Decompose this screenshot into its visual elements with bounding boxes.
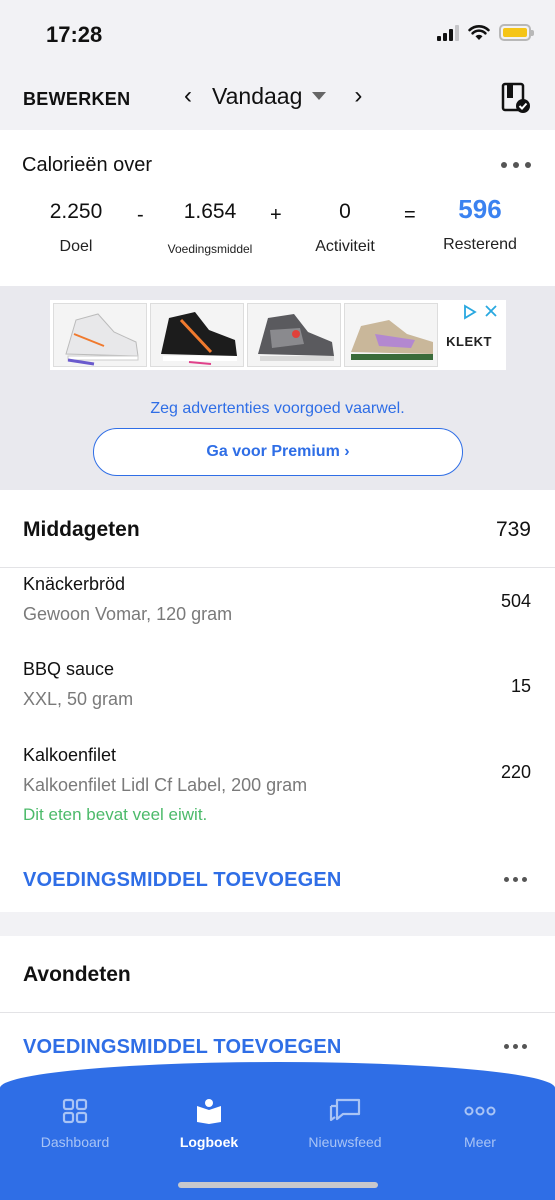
add-food-button[interactable]: VOEDINGSMIDDEL TOEVOEGEN (23, 1036, 342, 1059)
exercise-value: 0 (339, 200, 351, 223)
divider (0, 567, 555, 568)
battery-icon (499, 24, 534, 41)
remove-ads-text[interactable]: Zeg advertenties voorgoed vaarwel. (0, 400, 555, 418)
ad-shoe-image (344, 303, 438, 367)
remaining-value: 596 (458, 194, 502, 224)
food-calories: 220 (500, 762, 531, 782)
food-description: Gewoon Vomar, 120 gram (23, 604, 233, 624)
more-options-icon[interactable] (504, 1044, 527, 1049)
tab-label: Logboek (179, 1134, 239, 1150)
cellular-signal-icon (437, 24, 459, 41)
status-bar: 17:28 (0, 0, 555, 70)
ad-banner[interactable]: KLEKT (50, 300, 506, 370)
tab-label: Dashboard (40, 1134, 110, 1150)
ad-shoe-image (53, 303, 147, 367)
tab-dashboard[interactable]: Dashboard (20, 1098, 130, 1150)
more-options-icon[interactable] (504, 877, 527, 882)
food-entry[interactable]: Knäckerbröd Gewoon Vomar, 120 gram 504 (0, 574, 555, 644)
home-indicator[interactable] (178, 1182, 378, 1188)
calories-more-icon[interactable] (501, 162, 531, 168)
lunch-title: Middageten (23, 518, 140, 541)
ad-brand-label: KLEKT (446, 334, 492, 349)
status-icons (437, 24, 534, 41)
premium-button[interactable]: Ga voor Premium › (93, 428, 463, 476)
food-calories: 504 (500, 591, 531, 611)
dinner-title: Avondeten (23, 963, 131, 986)
edit-button[interactable]: BEWERKEN (23, 89, 130, 110)
food-entry[interactable]: Kalkoenfilet Kalkoenfilet Lidl Cf Label,… (0, 745, 555, 835)
dashboard-icon (62, 1098, 88, 1124)
food-value: 1.654 (183, 200, 237, 223)
food-label: Voedingsmiddel (167, 242, 253, 256)
tab-logbook[interactable]: Logboek (154, 1098, 264, 1150)
food-description: XXL, 50 gram (23, 689, 134, 709)
tab-newsfeed[interactable]: Nieuwsfeed (290, 1098, 400, 1150)
food-column: 1.654 Voedingsmiddel (155, 200, 265, 256)
protein-note: Dit eten bevat veel eiwit. (23, 805, 208, 824)
bottom-tab-bar: Dashboard Logboek Nieuwsfeed Meer (0, 1062, 555, 1200)
food-description: Kalkoenfilet Lidl Cf Label, 200 gram (23, 775, 308, 795)
divider (0, 1012, 555, 1013)
newsfeed-icon (329, 1098, 361, 1122)
goal-column: 2.250 Doel (36, 200, 116, 256)
food-name: Knäckerbröd (23, 574, 126, 594)
next-day-icon[interactable]: › (346, 82, 370, 110)
ad-shoe-image (247, 303, 341, 367)
status-time: 17:28 (46, 22, 103, 47)
ad-area: KLEKT Zeg advertenties voorgoed vaarwel.… (0, 286, 555, 490)
exercise-label: Activiteit (315, 238, 375, 255)
minus-operator: - (137, 204, 144, 226)
wifi-icon (468, 25, 490, 40)
tab-label: Nieuwsfeed (308, 1134, 382, 1150)
nav-bar: BEWERKEN ‹ Vandaag › (0, 70, 555, 130)
food-calories: 15 (510, 676, 531, 696)
date-label[interactable]: Vandaag (212, 83, 302, 110)
calories-title: Calorieën over (22, 154, 153, 176)
date-navigator: ‹ Vandaag › (176, 82, 370, 110)
remaining-label: Resterend (443, 236, 517, 253)
ad-choice-icons[interactable] (462, 304, 498, 320)
plus-operator: + (270, 204, 282, 226)
goal-value: 2.250 (49, 200, 103, 223)
calories-remaining-card: Calorieën over 2.250 Doel - 1.654 Voedin… (0, 130, 555, 286)
food-entry[interactable]: BBQ sauce XXL, 50 gram 15 (0, 659, 555, 729)
ad-shoe-image (150, 303, 244, 367)
exercise-column: 0 Activiteit (300, 200, 390, 256)
tab-more[interactable]: Meer (425, 1098, 535, 1150)
goal-label: Doel (59, 238, 93, 255)
add-food-button[interactable]: VOEDINGSMIDDEL TOEVOEGEN (23, 869, 342, 892)
calories-equation: 2.250 Doel - 1.654 Voedingsmiddel + 0 Ac… (0, 194, 555, 270)
chevron-down-icon[interactable] (312, 92, 327, 100)
close-icon[interactable] (484, 304, 498, 318)
food-name: Kalkoenfilet (23, 745, 117, 765)
previous-day-icon[interactable]: ‹ (176, 82, 200, 110)
more-icon (464, 1106, 496, 1116)
remaining-column: 596 Resterend (430, 194, 530, 254)
lunch-section: Middageten 739 Knäckerbröd Gewoon Vomar,… (0, 490, 555, 912)
lunch-total: 739 (495, 518, 531, 541)
logbook-icon (197, 1099, 221, 1124)
tab-label: Meer (464, 1134, 496, 1150)
ad-info-icon[interactable] (462, 304, 478, 320)
food-name: BBQ sauce (23, 659, 115, 679)
equals-operator: = (404, 204, 416, 226)
diary-complete-icon[interactable] (501, 82, 531, 114)
